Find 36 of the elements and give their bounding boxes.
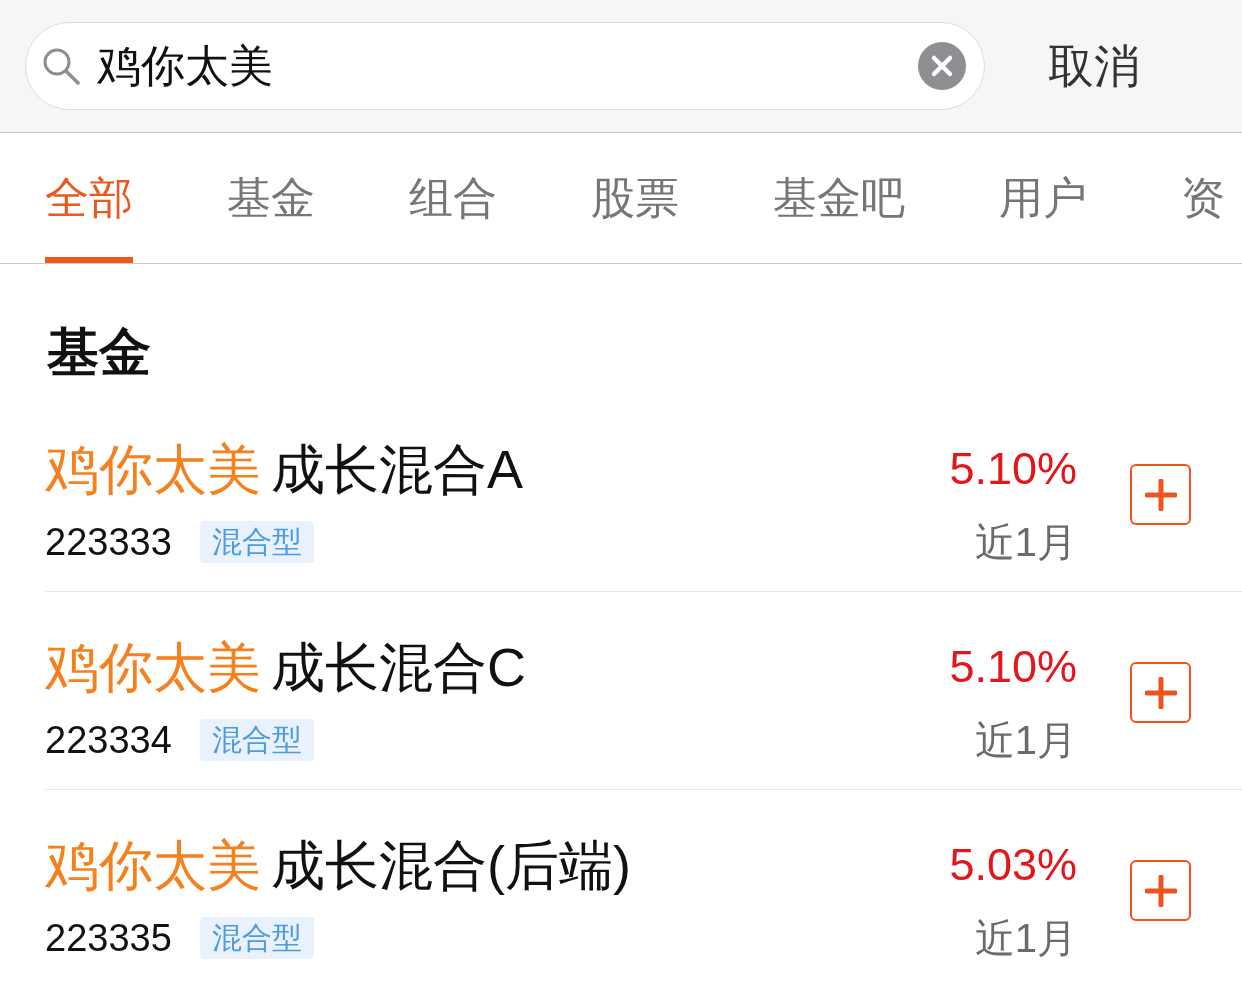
tab[interactable]: 用户: [999, 133, 1087, 263]
fund-name: 鸡你太美 成长混合C: [45, 636, 526, 699]
fund-type-tag: 混合型: [199, 917, 314, 959]
return-value: 5.10%: [949, 442, 1077, 496]
fund-row[interactable]: 鸡你太美 成长混合C 223334 混合型 5.10% 近1月: [45, 592, 1242, 790]
plus-icon: [1144, 874, 1177, 907]
tab[interactable]: 组合: [409, 133, 497, 263]
add-button[interactable]: [1130, 860, 1191, 921]
plus-icon: [1144, 676, 1177, 709]
tab[interactable]: 资: [1181, 133, 1225, 263]
search-icon: [42, 47, 80, 85]
return-value: 5.10%: [949, 640, 1077, 694]
fund-type-tag: 混合型: [199, 521, 314, 563]
fund-name: 鸡你太美 成长混合A: [45, 438, 524, 501]
section-title: 基金: [47, 322, 151, 382]
fund-code: 223335: [45, 916, 172, 961]
cancel-button[interactable]: 取消: [1048, 38, 1140, 94]
tab[interactable]: 全部: [45, 133, 133, 263]
fund-code: 223334: [45, 718, 172, 763]
fund-row[interactable]: 鸡你太美 成长混合(后端) 223335 混合型 5.03% 近1月: [45, 790, 1242, 987]
plus-icon: [1144, 478, 1177, 511]
clear-icon[interactable]: [918, 42, 966, 90]
add-button[interactable]: [1130, 464, 1191, 525]
return-value: 5.03%: [949, 838, 1077, 892]
tab[interactable]: 股票: [591, 133, 679, 263]
return-period: 近1月: [974, 717, 1077, 764]
tab[interactable]: 基金: [227, 133, 315, 263]
return-period: 近1月: [974, 519, 1077, 566]
fund-row[interactable]: 鸡你太美 成长混合A 223333 混合型 5.10% 近1月: [45, 394, 1242, 592]
search-field[interactable]: 鸡你太美: [25, 22, 985, 110]
tab[interactable]: 基金吧: [773, 133, 905, 263]
add-button[interactable]: [1130, 662, 1191, 723]
return-period: 近1月: [974, 915, 1077, 962]
fund-code: 223333: [45, 520, 172, 565]
fund-type-tag: 混合型: [199, 719, 314, 761]
fund-name: 鸡你太美 成长混合(后端): [45, 834, 631, 897]
